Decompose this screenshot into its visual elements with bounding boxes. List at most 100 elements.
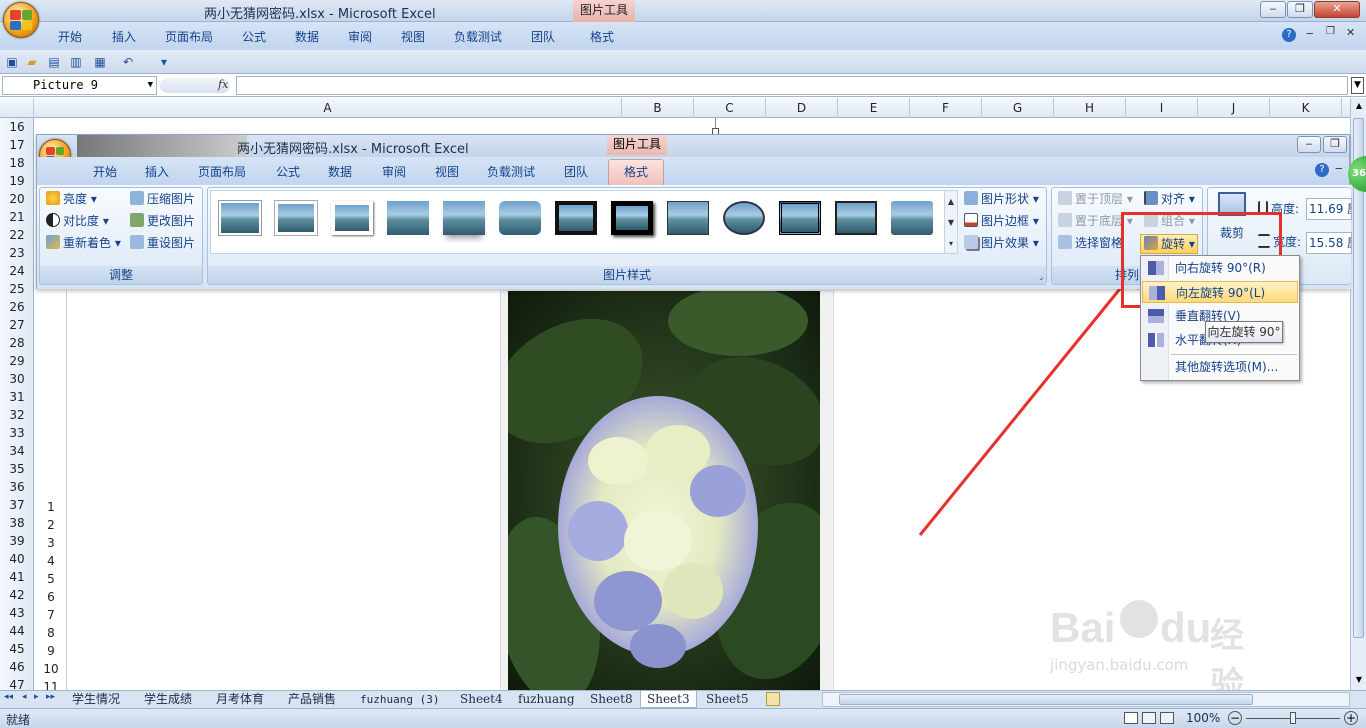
column-header[interactable]: H xyxy=(1054,98,1126,118)
row-header[interactable]: 21 xyxy=(0,208,34,226)
style-thumbnail[interactable] xyxy=(387,201,429,235)
style-thumbnail[interactable] xyxy=(891,201,933,235)
tab-format[interactable]: 格式 xyxy=(590,28,614,45)
row-header[interactable]: 28 xyxy=(0,334,34,352)
sheet-tab[interactable]: fuzhuang (3) xyxy=(360,691,439,708)
inner-row-header[interactable]: 9 xyxy=(36,642,66,660)
row-header[interactable]: 30 xyxy=(0,370,34,388)
row-header[interactable]: 19 xyxy=(0,172,34,190)
style-thumbnail[interactable] xyxy=(667,201,709,235)
row-header[interactable]: 44 xyxy=(0,622,34,640)
first-sheet-icon[interactable]: ◂◂ xyxy=(4,692,13,702)
minimize-button[interactable]: ‒ xyxy=(1260,1,1286,18)
row-header[interactable]: 42 xyxy=(0,586,34,604)
sheet-tab[interactable]: 学生情况 xyxy=(72,691,120,708)
tab-page-layout[interactable]: 页面布局 xyxy=(165,28,213,45)
rotate-right-90-item[interactable]: 向右旋转 90°(R) xyxy=(1142,257,1298,279)
selection-pane-button[interactable]: 选择窗格 xyxy=(1058,234,1123,252)
inner-row-header[interactable]: 7 xyxy=(36,606,66,624)
sheet-tab[interactable]: 产品销售 xyxy=(288,691,336,708)
style-thumbnail[interactable] xyxy=(331,201,373,235)
horizontal-scroll-thumb[interactable] xyxy=(839,694,1253,705)
style-thumbnail[interactable] xyxy=(219,201,261,235)
function-icon[interactable]: fx xyxy=(218,78,228,91)
row-header[interactable]: 18 xyxy=(0,154,34,172)
row-header[interactable]: 39 xyxy=(0,532,34,550)
zoom-slider-thumb[interactable] xyxy=(1290,712,1296,724)
row-header[interactable]: 38 xyxy=(0,514,34,532)
tab-review[interactable]: 审阅 xyxy=(348,28,372,45)
column-header[interactable]: J xyxy=(1198,98,1270,118)
row-header[interactable]: 35 xyxy=(0,460,34,478)
tab-view[interactable]: 视图 xyxy=(435,163,459,180)
inner-row-header[interactable]: 10 xyxy=(36,660,66,678)
bring-to-front-button[interactable]: 置于顶层 ▾ xyxy=(1058,190,1133,208)
style-thumbnail[interactable] xyxy=(611,201,653,235)
undo-icon[interactable]: ↶ xyxy=(120,54,136,70)
customize-qat-icon[interactable]: ▾ xyxy=(156,54,172,70)
column-header[interactable]: K xyxy=(1270,98,1342,118)
rotate-left-90-item[interactable]: 向左旋转 90°(L) xyxy=(1142,281,1298,303)
open-icon[interactable]: ▰ xyxy=(24,54,40,70)
reset-picture-button[interactable]: 重设图片 xyxy=(130,234,195,252)
style-thumbnail[interactable] xyxy=(443,201,485,235)
scroll-up-icon[interactable]: ▲ xyxy=(1352,98,1366,114)
tab-load-test[interactable]: 负载测试 xyxy=(454,28,502,45)
tab-insert[interactable]: 插入 xyxy=(112,28,136,45)
sheet-tab[interactable]: Sheet4 xyxy=(460,691,503,708)
help-icon[interactable]: ? xyxy=(1315,163,1329,177)
row-header[interactable]: 22 xyxy=(0,226,34,244)
scroll-down-icon[interactable]: ▼ xyxy=(1352,672,1366,688)
recolor-button[interactable]: 重新着色 ▾ xyxy=(46,234,121,252)
inner-minimize-button[interactable]: ‒ xyxy=(1297,136,1321,153)
tab-home[interactable]: 开始 xyxy=(93,163,117,180)
row-header[interactable]: 40 xyxy=(0,550,34,568)
inner-row-header[interactable]: 3 xyxy=(36,534,66,552)
help-icon[interactable]: ? xyxy=(1282,28,1296,42)
tab-home[interactable]: 开始 xyxy=(58,28,82,45)
style-thumbnail[interactable] xyxy=(555,201,597,235)
ribbon-minimize-icon[interactable]: ‒ xyxy=(1306,26,1314,40)
row-header[interactable]: 34 xyxy=(0,442,34,460)
page-break-view-icon[interactable] xyxy=(1160,712,1174,724)
expand-formula-icon[interactable]: ▼ xyxy=(1351,77,1364,94)
inner-row-header[interactable]: 4 xyxy=(36,552,66,570)
tab-view[interactable]: 视图 xyxy=(401,28,425,45)
row-header[interactable]: 32 xyxy=(0,406,34,424)
sheet-tab[interactable]: Sheet5 xyxy=(706,691,749,708)
chevron-down-icon[interactable]: ▼ xyxy=(148,77,153,94)
scroll-thumb[interactable] xyxy=(1353,118,1364,638)
more-rotation-options-item[interactable]: 其他旋转选项(M)... xyxy=(1142,356,1298,378)
compress-pictures-button[interactable]: 压缩图片 xyxy=(130,190,195,208)
row-header[interactable]: 43 xyxy=(0,604,34,622)
print-preview-icon[interactable]: ▤ xyxy=(46,54,62,70)
save-icon[interactable]: ▣ xyxy=(4,54,20,70)
tab-team[interactable]: 团队 xyxy=(564,163,588,180)
column-header[interactable]: G xyxy=(982,98,1054,118)
row-header[interactable]: 46 xyxy=(0,658,34,676)
select-all-corner[interactable] xyxy=(0,98,34,118)
zoom-out-icon[interactable]: − xyxy=(1228,711,1242,725)
formula-input[interactable] xyxy=(236,76,1348,95)
tab-data[interactable]: 数据 xyxy=(295,28,319,45)
inner-row-header[interactable]: 2 xyxy=(36,516,66,534)
sheet-tab[interactable]: 学生成绩 xyxy=(144,691,192,708)
width-input[interactable]: 15.58 厘 xyxy=(1306,232,1352,254)
change-picture-button[interactable]: 更改图片 xyxy=(130,212,195,230)
prev-sheet-icon[interactable]: ◂ xyxy=(22,692,27,702)
tab-load-test[interactable]: 负载测试 xyxy=(487,163,535,180)
row-header[interactable]: 23 xyxy=(0,244,34,262)
tab-formulas[interactable]: 公式 xyxy=(276,163,300,180)
close-button[interactable]: ✕ xyxy=(1314,1,1360,18)
tab-format-active[interactable]: 格式 xyxy=(608,159,664,185)
row-header[interactable]: 31 xyxy=(0,388,34,406)
tab-formulas[interactable]: 公式 xyxy=(242,28,266,45)
page-layout-view-icon[interactable] xyxy=(1142,712,1156,724)
style-thumbnail[interactable] xyxy=(275,201,317,235)
column-header[interactable]: B xyxy=(622,98,694,118)
ribbon-minimize-icon[interactable]: ‒ xyxy=(1335,161,1343,175)
picture-effects-button[interactable]: 图片效果 ▾ xyxy=(964,234,1039,252)
column-header[interactable]: A xyxy=(34,98,622,118)
row-header[interactable]: 29 xyxy=(0,352,34,370)
tab-data[interactable]: 数据 xyxy=(328,163,352,180)
